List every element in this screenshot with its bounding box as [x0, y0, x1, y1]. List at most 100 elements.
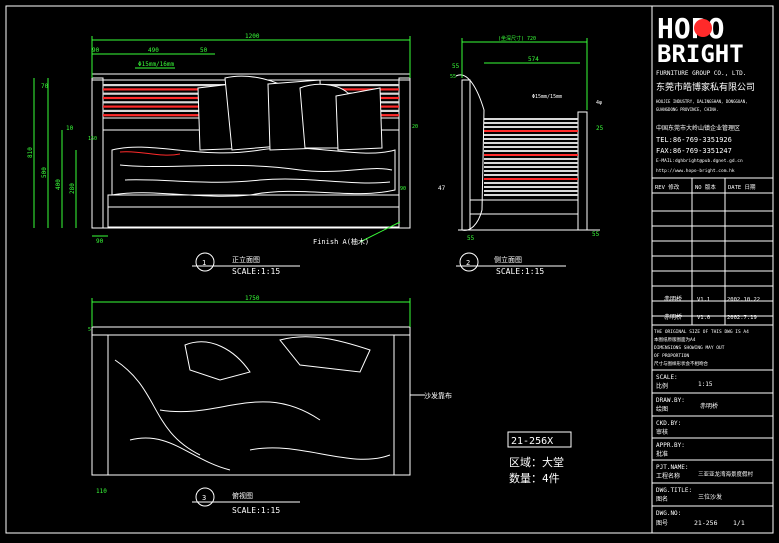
- company-cn: 东莞市皓博家私有限公司: [656, 81, 755, 93]
- company-fax: FAX:86-769-3351247: [656, 147, 732, 155]
- company-web: http://www.hopo-bright.com.hk: [656, 168, 735, 174]
- dwgno-value: 21-256: [694, 519, 718, 527]
- top-pillow: [184, 341, 251, 381]
- side-back-post: [461, 79, 471, 231]
- view-title: 侧立面图: [494, 255, 522, 264]
- side-slat: [484, 154, 578, 156]
- title-block: HOPO BRIGHT FURNITURE GROUP CO., LTD. 东莞…: [652, 12, 773, 527]
- dim-side-55: 55: [452, 63, 460, 70]
- dim-top-total: 1750: [245, 295, 260, 302]
- view-label-top: 3 俯视图 SCALE:1:15: [192, 487, 300, 515]
- side-slat: [484, 194, 578, 196]
- slat-spec-front: Φ15mm/16mm: [138, 61, 175, 68]
- dim-side-total: (坐深尺寸) 720: [498, 35, 536, 42]
- dim-side-574: 574: [528, 56, 539, 63]
- side-slat: [484, 118, 578, 120]
- cloth-callout: 沙发靠布: [424, 391, 452, 400]
- company-address-cn: 中国东莞市大岭山镇企业管理区: [656, 124, 740, 132]
- side-slat: [484, 158, 578, 160]
- dim-side-25: 25: [596, 125, 604, 132]
- rev-date: 2002.10.22: [727, 297, 760, 303]
- dim-front-400: 400: [55, 179, 62, 190]
- approved-label: APPR.BY:: [656, 442, 685, 449]
- checked-label: CKD.BY:: [656, 420, 681, 427]
- sheet-value: 1/1: [733, 519, 745, 527]
- front-apron: [107, 206, 400, 228]
- top-dimensions: 1750 5 110: [88, 295, 411, 495]
- note-line: THE ORIGINAL SIZE OF THIS DWG IS A4: [654, 329, 749, 335]
- side-front-post: [577, 111, 588, 231]
- dim-front-total: 1200: [245, 33, 260, 40]
- top-cloth-folds: [114, 359, 391, 471]
- finish-callout: Finish A(柚木): [313, 237, 369, 246]
- side-elevation: [455, 74, 600, 231]
- top-pillow: [279, 336, 371, 373]
- dim-side-47: 47: [438, 185, 446, 192]
- front-red-stroke: [119, 151, 181, 156]
- checked-label-cn: 审核: [656, 428, 668, 436]
- note-line: DIMENSIONS SHOWING MAY OUT: [654, 345, 725, 351]
- rev-header: REV 修改: [655, 183, 680, 191]
- dim-front-280: 280: [69, 183, 76, 194]
- front-cushion-fold: [124, 178, 391, 184]
- dim-front-90: 90: [92, 47, 100, 54]
- title-value: 三位沙发: [698, 493, 722, 501]
- side-slat: [484, 162, 578, 164]
- top-view: 沙发靠布: [91, 326, 452, 476]
- drawn-label: DRAW.BY:: [656, 397, 685, 404]
- side-slat: [484, 134, 578, 136]
- hatch-callout: 4φ: [596, 100, 602, 106]
- title-label: DWG.TITLE:: [656, 487, 692, 494]
- side-slat: [484, 130, 578, 132]
- side-slat: [484, 122, 578, 124]
- side-slat: [484, 190, 578, 192]
- side-slat: [484, 178, 578, 180]
- side-slat: [484, 186, 578, 188]
- side-slat: [484, 174, 578, 176]
- top-right-arm: [393, 334, 411, 476]
- side-slat: [484, 146, 578, 148]
- scale-value: 1:15: [698, 381, 713, 388]
- dim-front-20: 20: [412, 124, 418, 130]
- view-scale: SCALE:1:15: [496, 267, 544, 276]
- company-tel: TEL:86-769-3351926: [656, 136, 732, 144]
- rev-no: V1.1: [697, 297, 710, 303]
- project-value: 三亚亚龙湾海景度假村: [698, 470, 754, 478]
- side-slat: [484, 142, 578, 144]
- note-line: 本图纸原版图面为A4: [654, 336, 696, 343]
- front-left-arm: [91, 77, 104, 229]
- company-en: FURNITURE GROUP CO., LTD.: [656, 70, 746, 77]
- front-right-arm: [398, 77, 411, 229]
- approved-label-cn: 批准: [656, 450, 668, 458]
- dim-front-70: 70: [41, 83, 49, 90]
- company-address: HOUJIE INDUSTRY, DALINGSHAN, DONGGUAN,: [656, 99, 748, 104]
- project-label: PJT.NAME:: [656, 464, 689, 471]
- view-label-front: 1 正立面图 SCALE:1:15: [192, 252, 300, 276]
- view-scale: SCALE:1:15: [232, 506, 280, 515]
- cad-canvas: 1200 90 490 50 Φ15mm/16mm 70 10 810 500 …: [5, 5, 774, 534]
- project-label-cn: 工程名称: [656, 472, 680, 480]
- dwgno-label-cn: 图号: [656, 520, 668, 527]
- view-title: 正立面图: [232, 255, 260, 264]
- company-email: E-MAIL:dghbright@pub.dgnet.gd.cn: [656, 158, 743, 164]
- scale-label: SCALE:: [656, 374, 678, 381]
- note-line: 尺寸与图样形状会不相吻合: [654, 360, 708, 367]
- dim-front-50: 50: [200, 47, 208, 54]
- side-bottom-rail: [469, 199, 579, 215]
- side-slat: [484, 138, 578, 140]
- dim-front-10: 10: [66, 125, 74, 132]
- rev-header: DATE 日期: [728, 184, 756, 191]
- drawing-sheet: 1200 90 490 50 Φ15mm/16mm 70 10 810 500 …: [0, 0, 779, 539]
- dim-front-150: 150: [88, 136, 97, 142]
- dim-front-90c: 90: [96, 238, 104, 245]
- view-title: 俯视图: [232, 491, 253, 500]
- front-cushion-fold: [119, 164, 393, 172]
- dim-top-5: 5: [88, 327, 91, 333]
- slat-spec-side: Φ15mm/15mm: [532, 94, 562, 100]
- drawn-label-cn: 绘图: [656, 405, 668, 413]
- rev-by: 赤明桥: [664, 295, 682, 303]
- scale-label-cn: 比例: [656, 382, 668, 390]
- view-number: 3: [202, 494, 206, 502]
- side-slat: [484, 170, 578, 172]
- top-outline: [91, 326, 411, 476]
